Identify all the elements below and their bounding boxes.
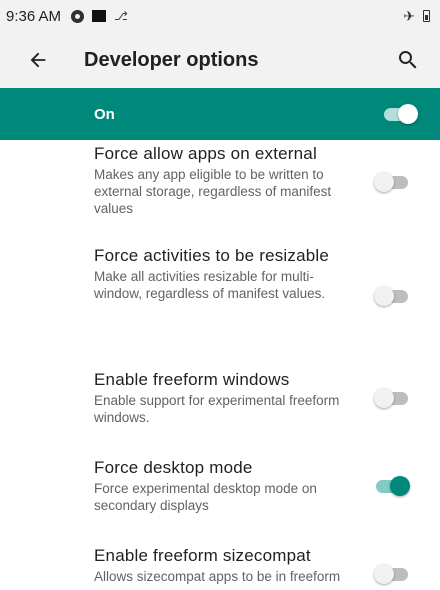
pref-toggle[interactable] [374,172,410,192]
pref-text: Force allow apps on external Makes any a… [94,144,354,217]
toggle-thumb [390,476,410,496]
search-button[interactable] [384,36,432,84]
search-icon [399,51,417,69]
pref-summary: Makes any app eligible to be written to … [94,167,332,216]
pref-title: Force allow apps on external [94,144,317,163]
pref-text: Force activities to be resizable Make al… [94,246,354,302]
app-bar: Developer options [0,32,440,88]
pref-title: Force activities to be resizable [94,246,330,265]
master-switch-toggle[interactable] [382,104,418,124]
pref-summary: Enable support for experimental freeform… [94,393,340,425]
pref-title: Enable freeform sizecompat [94,546,311,565]
pref-text: Enable freeform sizecompat Allows sizeco… [94,546,354,585]
pref-summary: Allows sizecompat apps to be in freeform [94,569,341,584]
pref-toggle[interactable] [374,388,410,408]
master-switch-label: On [94,105,115,123]
pref-text: Force desktop mode Force experimental de… [94,458,354,514]
pref-text: Enable freeform windows Enable support f… [94,370,354,426]
pref-summary: Force experimental desktop mode on secon… [94,481,317,513]
arrow-back-icon [30,52,46,68]
pref-title: Enable freeform windows [94,370,290,389]
usb-icon: ⎇ [114,9,128,23]
master-switch-bar[interactable]: On [0,88,440,140]
toggle-thumb [374,172,394,192]
toggle-thumb [374,388,394,408]
toggle-thumb [374,286,394,306]
status-icons-left: ⎇ [71,9,128,23]
pref-toggle[interactable] [374,286,410,306]
toggle-thumb [398,104,418,124]
status-time: 9:36 AM [6,7,62,25]
notification-square-icon [92,10,107,22]
pref-toggle[interactable] [374,564,410,584]
page-title: Developer options [84,48,259,71]
battery-icon [423,10,430,22]
data-saver-icon [71,9,85,23]
toggle-thumb [374,564,394,584]
back-button[interactable] [10,32,66,88]
pref-title: Force desktop mode [94,458,253,477]
status-icons-right: ✈ [403,8,430,25]
status-bar: 9:36 AM ⎇ ✈ [0,0,440,32]
pref-summary: Make all activities resizable for multi-… [94,269,326,301]
pref-toggle[interactable] [374,476,410,496]
airplane-icon: ✈ [403,7,415,24]
